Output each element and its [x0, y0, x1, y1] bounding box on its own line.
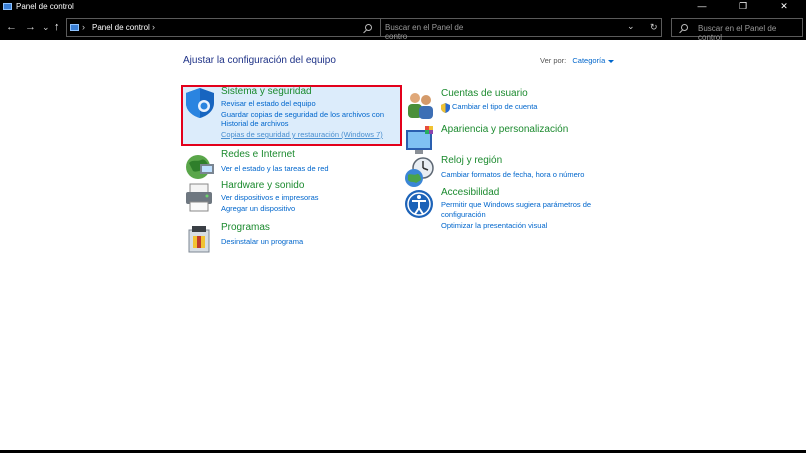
search-icon	[681, 24, 688, 31]
navigation-bar: ← → ⌄ ↑ › Panel de control › Buscar en e…	[0, 14, 806, 42]
address-dropdown-button[interactable]: ⌄	[627, 21, 635, 32]
view-by: Ver por: Categoría	[540, 56, 615, 65]
category-title[interactable]: Sistema y seguridad	[221, 86, 312, 97]
category-title[interactable]: Apariencia y personalización	[441, 124, 568, 135]
chevron-right-icon: ›	[82, 22, 85, 32]
category-system-security[interactable]: Sistema y seguridad Revisar el estado de…	[183, 86, 403, 146]
category-link[interactable]: Cambiar formatos de fecha, hora o número	[441, 170, 584, 180]
window-title: Panel de control	[16, 2, 74, 11]
refresh-button[interactable]: ↻	[650, 22, 658, 33]
control-panel-icon	[70, 24, 79, 31]
category-clock-region[interactable]: Reloj y región Cambiar formatos de fecha…	[403, 155, 623, 187]
content-area: Ajustar la configuración del equipo Ver …	[0, 40, 806, 450]
view-by-dropdown[interactable]: Categoría	[572, 56, 615, 65]
category-link[interactable]: Cambiar el tipo de cuenta	[452, 102, 537, 112]
recent-locations-button[interactable]: ⌄	[42, 20, 50, 34]
title-bar: Panel de control — ❐ ✕	[0, 0, 806, 14]
uac-shield-icon	[441, 103, 450, 113]
category-title[interactable]: Programas	[221, 222, 270, 233]
clock-globe-icon	[405, 157, 434, 187]
category-user-accounts[interactable]: Cuentas de usuario Cambiar el tipo de cu…	[403, 88, 623, 119]
category-link[interactable]: Desinstalar un programa	[221, 237, 303, 247]
category-link[interactable]: Optimizar la presentación visual	[441, 221, 547, 231]
category-title[interactable]: Accesibilidad	[441, 187, 499, 198]
category-accessibility[interactable]: Accesibilidad Permitir que Windows sugie…	[403, 187, 623, 235]
programs-box-icon	[188, 226, 210, 253]
category-title[interactable]: Hardware y sonido	[221, 180, 304, 191]
caret-down-icon	[608, 59, 615, 63]
view-by-label: Ver por:	[540, 56, 567, 65]
category-link[interactable]: Revisar el estado del equipo	[221, 99, 316, 109]
printer-icon	[186, 183, 212, 212]
breadcrumb[interactable]: Panel de control	[92, 23, 150, 32]
search-placeholder: Buscar en el Panel de contro	[385, 23, 464, 41]
search-input[interactable]: Buscar en el Panel de contro	[380, 18, 485, 41]
close-button[interactable]: ✕	[764, 0, 804, 14]
back-button[interactable]: ←	[6, 20, 17, 34]
chevron-right-icon: ›	[152, 22, 155, 32]
category-link[interactable]: Copias de seguridad y restauración (Wind…	[221, 130, 383, 140]
appearance-monitor-icon	[406, 126, 433, 154]
category-link[interactable]: Ver dispositivos e impresoras	[221, 193, 319, 203]
category-network-internet[interactable]: Redes e Internet Ver el estado y las tar…	[183, 149, 403, 179]
view-by-value[interactable]: Categoría	[572, 56, 605, 65]
control-panel-icon	[3, 3, 12, 10]
category-link[interactable]: Ver el estado y las tareas de red	[221, 164, 329, 174]
category-title[interactable]: Redes e Internet	[221, 149, 295, 160]
category-link[interactable]: Permitir que Windows sugiera parámetros …	[441, 200, 591, 210]
up-button[interactable]: ↑	[54, 20, 60, 34]
category-link[interactable]: Agregar un dispositivo	[221, 204, 295, 214]
restore-button[interactable]: ❐	[723, 0, 763, 14]
category-hardware-sound[interactable]: Hardware y sonido Ver dispositivos e imp…	[183, 180, 403, 214]
page-title: Ajustar la configuración del equipo	[183, 55, 336, 66]
category-programs[interactable]: Programas Desinstalar un programa	[183, 222, 403, 254]
category-title[interactable]: Reloj y región	[441, 155, 502, 166]
search-icon	[365, 24, 372, 31]
category-title[interactable]: Cuentas de usuario	[441, 88, 528, 99]
accessibility-icon	[405, 190, 433, 218]
forward-button[interactable]: →	[25, 20, 36, 34]
category-link[interactable]: Historial de archivos	[221, 119, 289, 129]
category-link[interactable]: configuración	[441, 210, 486, 220]
shield-icon	[186, 88, 214, 118]
minimize-button[interactable]: —	[682, 0, 722, 14]
users-icon	[408, 93, 433, 119]
network-globe-icon	[186, 155, 214, 179]
address-bar[interactable]: › Panel de control › Buscar en el Panel …	[66, 18, 662, 41]
search-box[interactable]: Buscar en el Panel de control	[671, 18, 803, 42]
